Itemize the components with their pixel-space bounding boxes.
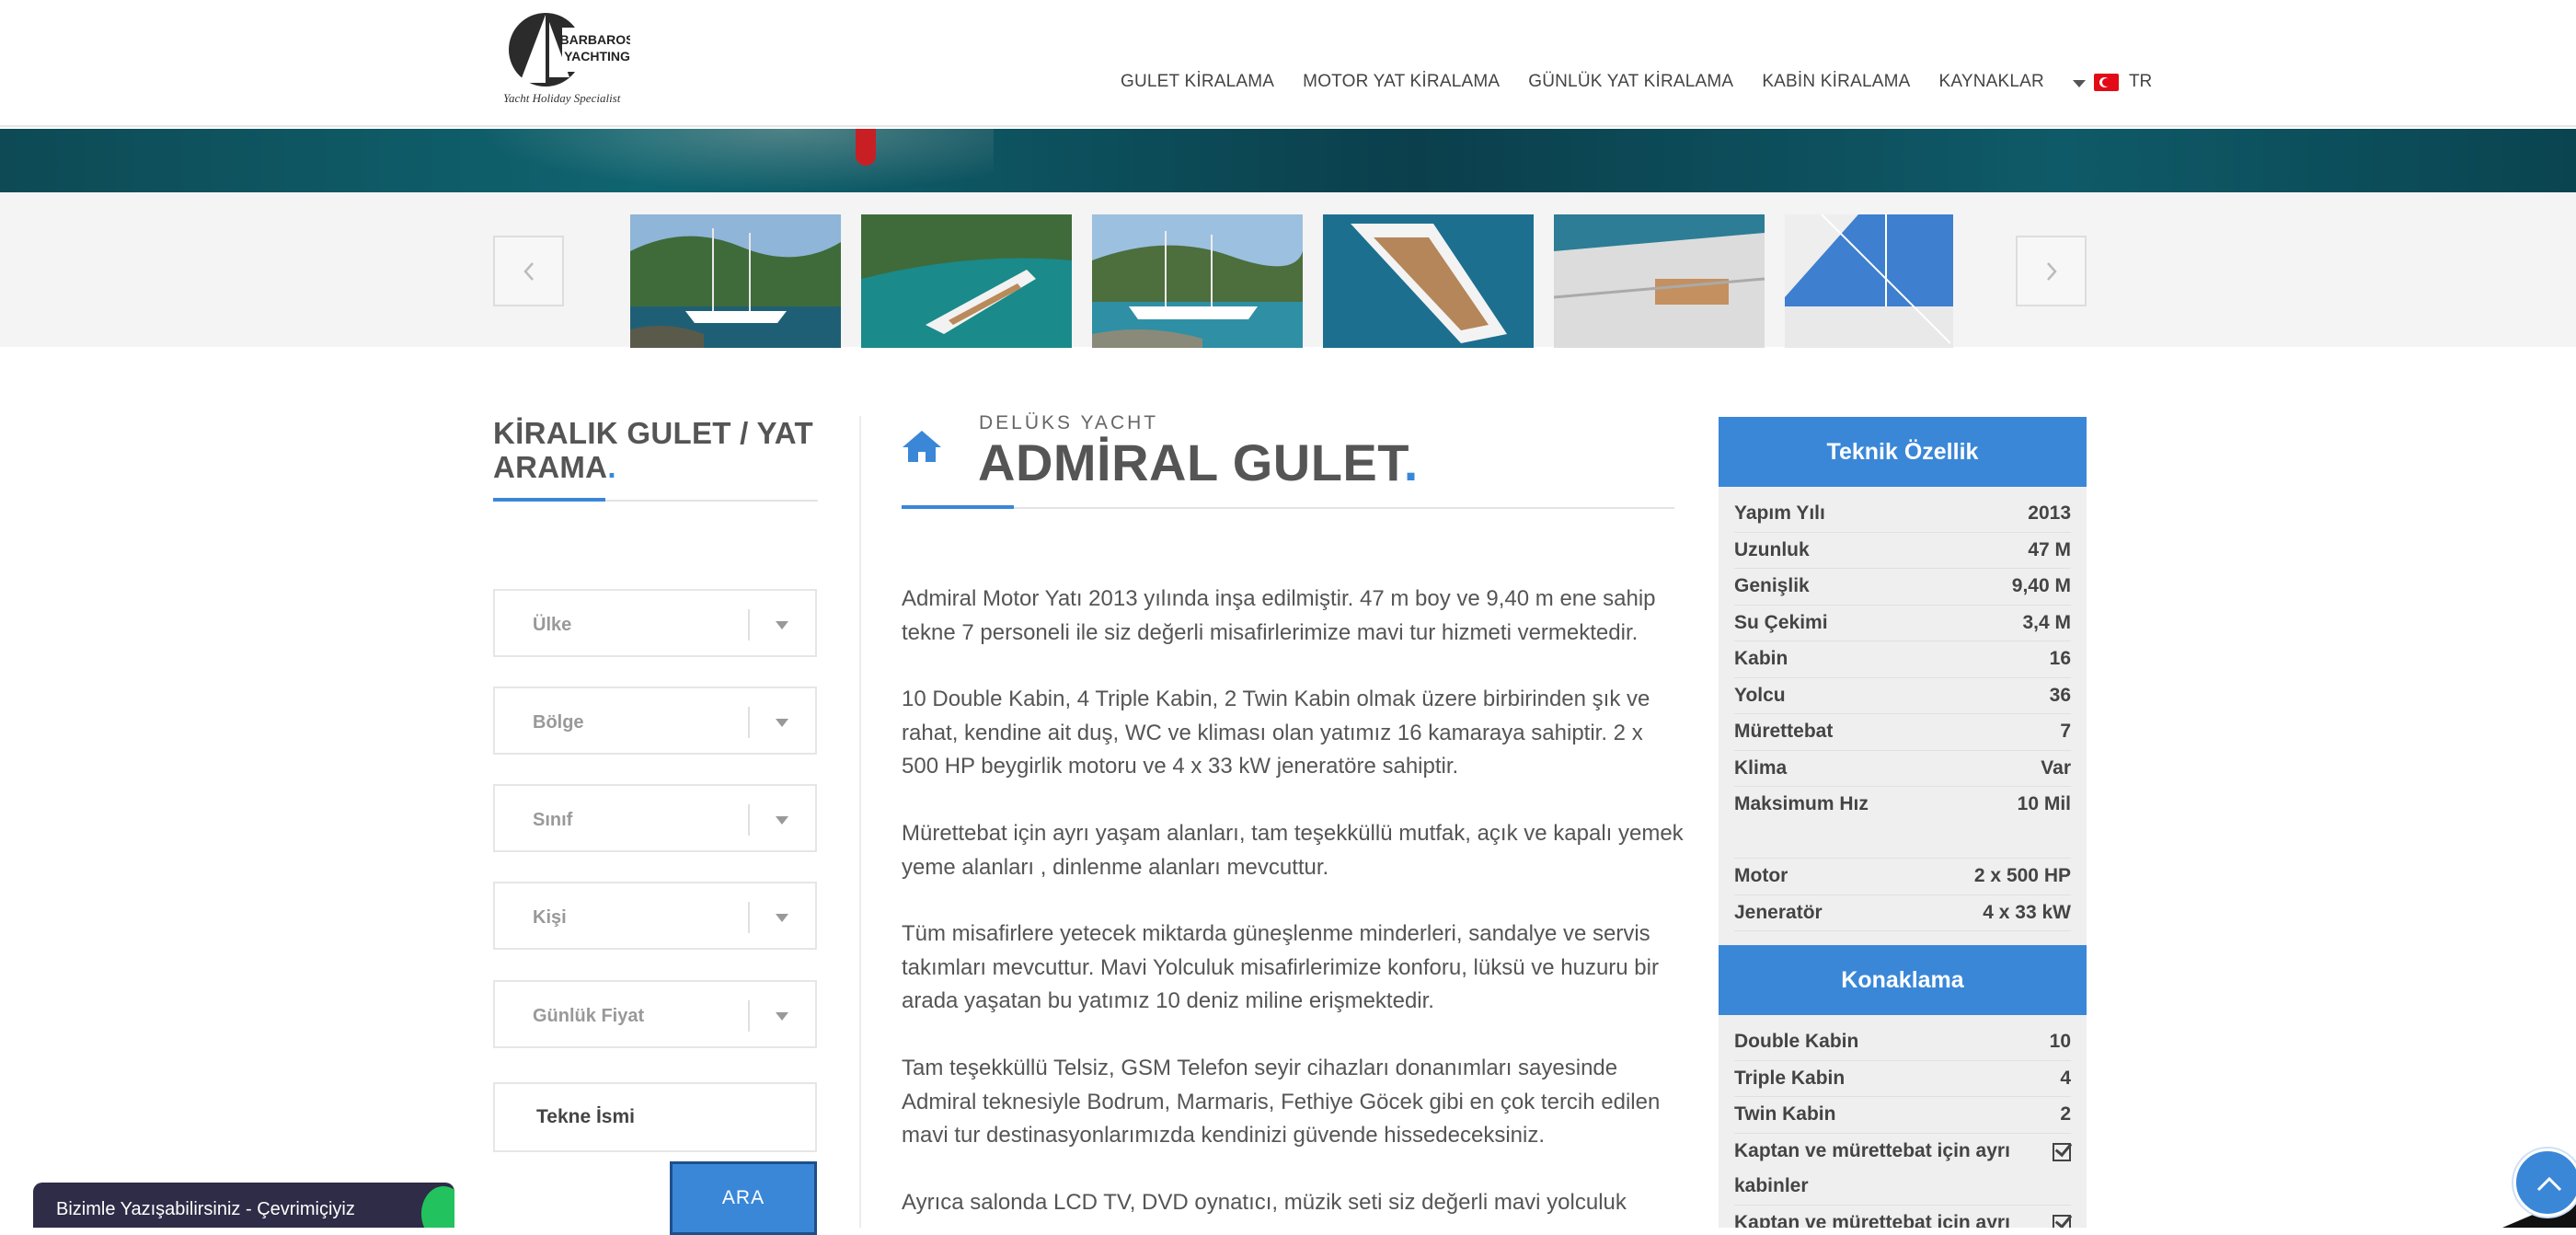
chevron-down-icon [776, 816, 788, 825]
chat-label: Bizimle Yazışabilirsiniz - Çevrimiçiyiz [56, 1199, 355, 1219]
spec-value: 2013 [2028, 502, 2071, 525]
chevron-left-icon [523, 261, 534, 281]
gallery-next-button[interactable] [2016, 236, 2087, 306]
select-region[interactable]: Bölge [493, 687, 817, 755]
svg-text:YACHTING: YACHTING [564, 49, 630, 63]
hero-image [0, 129, 2576, 192]
gallery-thumb-2[interactable] [861, 214, 1072, 348]
description-paragraph: Ayrıca salonda LCD TV, DVD oynatıcı, müz… [902, 1190, 1627, 1215]
spec-value: 10 Mil [2017, 793, 2071, 814]
yacht-title: ADMİRAL GULET. [978, 433, 1419, 491]
spec-key: Triple Kabin [1734, 1067, 1846, 1089]
select-country[interactable]: Ülke [493, 589, 817, 657]
select-label: Bölge [533, 712, 584, 733]
gallery-thumbnails [0, 192, 2576, 348]
tech-specs-header: Teknik Özellik [1719, 417, 2087, 487]
spec-value: 2 x 500 HP [1973, 865, 2071, 887]
select-daily-price[interactable]: Günlük Fiyat [493, 980, 817, 1048]
spec-value: 16 [2049, 648, 2071, 670]
nav-gunluk-yat-kiralama[interactable]: GÜNLÜK YAT KİRALAMA [1528, 72, 1733, 92]
spec-key: Maksimum Hız [1734, 793, 1869, 814]
scroll-to-top-button[interactable] [2513, 1148, 2576, 1217]
chevron-down-icon [776, 719, 788, 727]
description-paragraph: Admiral Motor Yatı 2013 yılında inşa edi… [902, 586, 1656, 645]
boat-name-input[interactable]: Tekne İsmi [493, 1082, 817, 1152]
search-title-rule [493, 498, 818, 502]
gallery-thumb-1[interactable] [630, 214, 841, 348]
hero-red-detail [856, 129, 876, 166]
spec-key: Kabin [1734, 648, 1788, 670]
spec-key: Kaptan ve mürettebat için ayrı [1734, 1211, 2010, 1229]
spec-value: Var [2041, 756, 2071, 779]
spec-key: Su Çekimi [1734, 611, 1828, 633]
site-header: BARBAROS YACHTING Yacht Holiday Speciali… [0, 0, 2576, 127]
caret-down-icon [2072, 79, 2086, 87]
select-label: Kişi [533, 907, 567, 928]
accommodation-header: Konaklama [1719, 945, 2087, 1015]
spec-value: 10 [2049, 1031, 2071, 1053]
description-paragraph: Tam teşekküllü Telsiz, GSM Telefon seyir… [902, 1056, 1661, 1148]
description-paragraph: Tüm misafirlere yetecek miktarda güneşle… [902, 921, 1659, 1013]
spec-value: 3,4 M [2022, 611, 2071, 633]
turkish-flag-icon [2093, 73, 2119, 91]
spec-key: Klima [1734, 756, 1788, 779]
spec-value: 4 [2060, 1067, 2071, 1089]
select-class[interactable]: Sınıf [493, 784, 817, 852]
chevron-down-icon [776, 1012, 788, 1021]
title-rule [902, 505, 1674, 509]
spec-value: 2 [2060, 1103, 2071, 1125]
spec-value: 47 M [2028, 538, 2071, 560]
gallery-prev-button[interactable] [493, 236, 564, 306]
description-paragraph: 10 Double Kabin, 4 Triple Kabin, 2 Twin … [902, 687, 1650, 779]
tech-specs-table: Yapım Yılı 2013 Uzunluk 47 M Genişlik 9,40 … [1719, 487, 2087, 945]
spec-key: Double Kabin [1734, 1031, 1859, 1053]
spec-key: Jeneratör [1734, 901, 1823, 923]
select-persons[interactable]: Kişi [493, 882, 817, 950]
nav-gulet-kiralama[interactable]: GULET KİRALAMA [1121, 72, 1274, 92]
checkbox-checked-icon [2053, 1142, 2071, 1161]
select-label: Sınıf [533, 810, 573, 830]
search-title: KİRALIK GULET / YAT ARAMA. [493, 416, 813, 484]
gallery-thumb-6[interactable] [1785, 214, 1953, 348]
search-button[interactable]: ARA [670, 1161, 817, 1235]
chevron-down-icon [776, 914, 788, 922]
svg-text:BARBAROS: BARBAROS [560, 32, 630, 47]
yacht-category: DELÜKS YACHT [979, 412, 1159, 433]
main-nav: GULET KİRALAMA MOTOR YAT KİRALAMA GÜNLÜK… [1121, 72, 2152, 92]
spec-key: Yapım Yılı [1734, 502, 1825, 525]
svg-text:Yacht Holiday Specialist: Yacht Holiday Specialist [503, 91, 621, 105]
gallery-thumb-4[interactable] [1323, 214, 1534, 348]
spec-key: Motor [1734, 865, 1788, 887]
language-label: TR [2128, 72, 2153, 91]
nav-kaynaklar[interactable]: KAYNAKLAR [1939, 72, 2044, 92]
spec-key: Kaptan ve mürettebat için ayrı kabinler [1734, 1139, 2010, 1196]
spec-value: 9,40 M [2011, 575, 2071, 597]
home-icon [903, 431, 941, 462]
checkbox-checked-icon [2053, 1214, 2071, 1228]
spec-value: 4 x 33 kW [1983, 901, 2071, 923]
nav-motor-yat-kiralama[interactable]: MOTOR YAT KİRALAMA [1303, 72, 1500, 92]
spec-key: Mürettebat [1734, 721, 1834, 743]
chevron-right-icon [2046, 261, 2057, 281]
chevron-up-icon [2536, 1176, 2562, 1192]
column-divider [859, 416, 861, 1228]
spec-value: 36 [2049, 684, 2071, 706]
nav-kabin-kiralama[interactable]: KABİN KİRALAMA [1762, 72, 1910, 92]
spec-key: Yolcu [1734, 684, 1786, 706]
select-label: Ülke [533, 615, 572, 635]
spec-key: Twin Kabin [1734, 1103, 1836, 1125]
accommodation-table: Double Kabin 10 Triple Kabin 4 Twin Kabin 2… [1719, 1015, 2087, 1228]
chevron-down-icon [776, 621, 788, 629]
language-selector[interactable]: TR [2072, 72, 2153, 92]
gallery-thumb-3[interactable] [1092, 214, 1303, 348]
online-indicator [421, 1186, 454, 1228]
gallery-thumb-5[interactable] [1554, 214, 1765, 348]
description-paragraph: Mürettebat için ayrı yaşam alanları, tam… [902, 821, 1684, 880]
select-label: Günlük Fiyat [533, 1006, 645, 1026]
live-chat-widget[interactable]: Bizimle Yazışabilirsiniz - Çevrimiçiyiz [33, 1183, 454, 1228]
barbaros-yachting-logo[interactable]: BARBAROS YACHTING Yacht Holiday Speciali… [501, 9, 630, 110]
spec-key: Genişlik [1734, 575, 1810, 597]
spec-value: 7 [2060, 721, 2071, 743]
spec-key: Uzunluk [1734, 538, 1810, 560]
